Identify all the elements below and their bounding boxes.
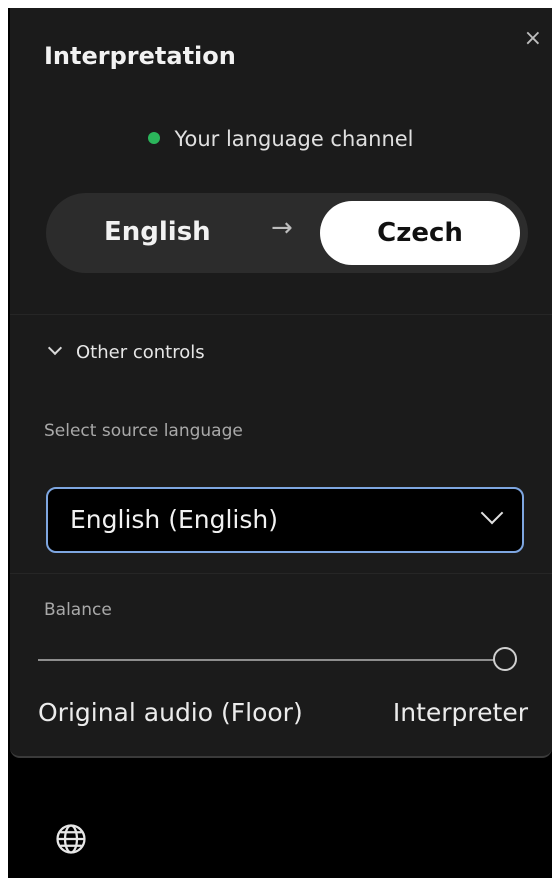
balance-left-label: Original audio (Floor) (38, 698, 303, 727)
globe-icon[interactable] (54, 822, 88, 856)
chevron-down-icon (47, 340, 63, 356)
channel-label: Your language channel (174, 127, 414, 151)
other-controls-label: Other controls (76, 342, 205, 363)
divider (10, 573, 552, 574)
interpretation-panel: Interpretation × Your language channel E… (10, 8, 552, 758)
status-dot-icon (148, 132, 161, 144)
language-option-czech[interactable]: Czech (320, 201, 520, 265)
source-language-value: English (English) (70, 505, 278, 534)
chevron-down-icon (480, 501, 504, 525)
balance-slider-track[interactable] (38, 659, 504, 661)
source-language-select[interactable]: English (English) (46, 487, 524, 553)
close-icon[interactable]: × (524, 28, 542, 50)
balance-label: Balance (44, 600, 112, 620)
other-controls-toggle[interactable]: Other controls (46, 340, 205, 363)
divider (10, 314, 552, 315)
balance-right-label: Interpreter (392, 698, 528, 727)
balance-slider-thumb[interactable] (493, 647, 517, 671)
source-language-label: Select source language (44, 421, 243, 441)
language-channel-status: Your language channel (10, 127, 552, 151)
arrow-right-icon: → (271, 213, 293, 243)
panel-title: Interpretation (44, 42, 236, 70)
language-option-english[interactable]: English (104, 217, 211, 247)
language-channel-switch[interactable]: English → Czech (46, 193, 528, 273)
